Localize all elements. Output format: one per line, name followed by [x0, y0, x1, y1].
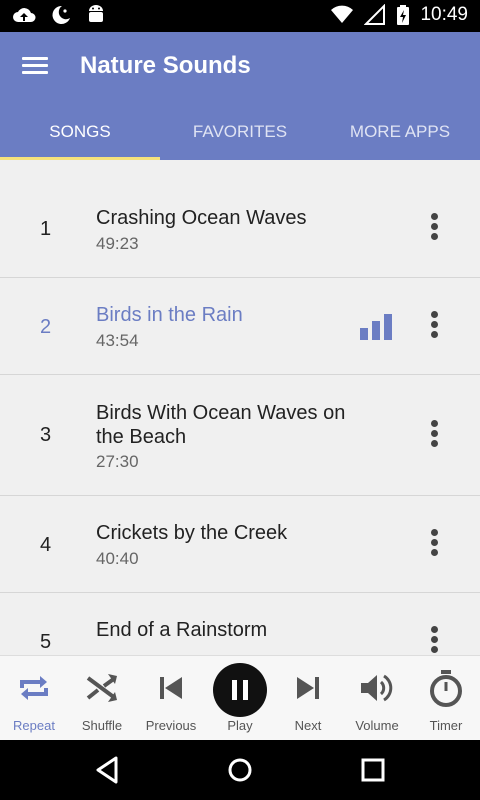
equalizer-icon	[360, 314, 392, 340]
skip-previous-icon	[160, 677, 182, 699]
shuffle-button[interactable]: Shuffle	[68, 656, 136, 741]
recents-icon[interactable]	[355, 752, 391, 788]
song-row-2[interactable]: 2 Birds in the Rain 43:54	[0, 278, 480, 375]
status-time: 10:49	[420, 4, 468, 25]
cloud-upload-icon	[13, 8, 36, 22]
song-row-3[interactable]: 3 Birds With Ocean Waves on the Beach 27…	[0, 375, 480, 496]
more-options-icon[interactable]	[422, 623, 446, 655]
previous-button[interactable]: Previous	[137, 656, 205, 741]
song-duration: 49:23	[96, 234, 139, 253]
song-number: 4	[40, 534, 52, 556]
wifi-icon	[331, 5, 354, 23]
hamburger-menu-icon[interactable]	[22, 54, 50, 78]
system-nav-bar	[0, 740, 480, 800]
song-title: Crashing Ocean Waves	[96, 207, 307, 229]
volume-button[interactable]: Volume	[343, 656, 411, 741]
previous-label: Previous	[145, 718, 197, 733]
play-label: Play	[227, 718, 253, 733]
song-number: 1	[40, 218, 52, 240]
song-number: 2	[40, 316, 52, 338]
back-icon[interactable]	[90, 752, 126, 788]
song-title: End of a Rainstorm	[96, 619, 268, 641]
song-duration: 40:40	[96, 549, 139, 568]
repeat-button[interactable]: Repeat	[0, 656, 68, 741]
song-duration: 27:30	[96, 452, 139, 471]
song-row-5[interactable]: 5 End of a Rainstorm	[0, 593, 480, 655]
song-title: Crickets by the Creek	[96, 522, 288, 544]
app-title: Nature Sounds	[80, 52, 251, 79]
song-list: 1 Crashing Ocean Waves 49:23 2 Birds in …	[0, 160, 480, 655]
volume-icon	[361, 674, 393, 702]
player-controls: Repeat Shuffle Previous Play Next Volume…	[0, 655, 480, 740]
app-bar: Nature Sounds SONGS FAVORITES MORE APPS	[0, 32, 480, 160]
skip-next-icon	[297, 677, 319, 699]
shuffle-label: Shuffle	[81, 718, 123, 733]
song-number: 3	[40, 424, 52, 446]
status-bar: 10:49	[0, 0, 480, 32]
song-number: 5	[40, 631, 52, 653]
pause-icon	[213, 663, 267, 717]
shuffle-icon	[86, 674, 117, 702]
no-signal-icon	[364, 4, 386, 25]
more-options-icon[interactable]	[422, 210, 446, 250]
battery-charging-icon	[397, 5, 410, 25]
song-title: Birds in the Rain	[96, 304, 243, 326]
more-options-icon[interactable]	[422, 417, 446, 457]
more-options-icon[interactable]	[422, 526, 446, 566]
repeat-icon	[20, 676, 48, 700]
volume-label: Volume	[355, 718, 399, 733]
android-icon	[89, 5, 103, 22]
song-row-4[interactable]: 4 Crickets by the Creek 40:40	[0, 496, 480, 593]
home-icon[interactable]	[222, 752, 258, 788]
notification-moon-icon	[52, 5, 70, 24]
next-label: Next	[294, 718, 322, 733]
more-options-icon[interactable]	[422, 308, 446, 348]
repeat-label: Repeat	[13, 718, 55, 733]
song-duration: 43:54	[96, 331, 139, 350]
tab-favorites[interactable]: FAVORITES	[160, 112, 320, 160]
song-row-1[interactable]: 1 Crashing Ocean Waves 49:23	[0, 160, 480, 278]
tab-songs[interactable]: SONGS	[0, 112, 160, 160]
song-title: Birds With Ocean Waves on the Beach	[96, 402, 346, 448]
tab-bar: SONGS FAVORITES MORE APPS	[0, 112, 480, 160]
timer-label: Timer	[429, 718, 463, 733]
play-button[interactable]: Play	[206, 656, 274, 741]
timer-button[interactable]: Timer	[412, 656, 480, 741]
timer-icon	[430, 670, 462, 707]
next-button[interactable]: Next	[274, 656, 342, 741]
tab-more-apps[interactable]: MORE APPS	[320, 112, 480, 160]
